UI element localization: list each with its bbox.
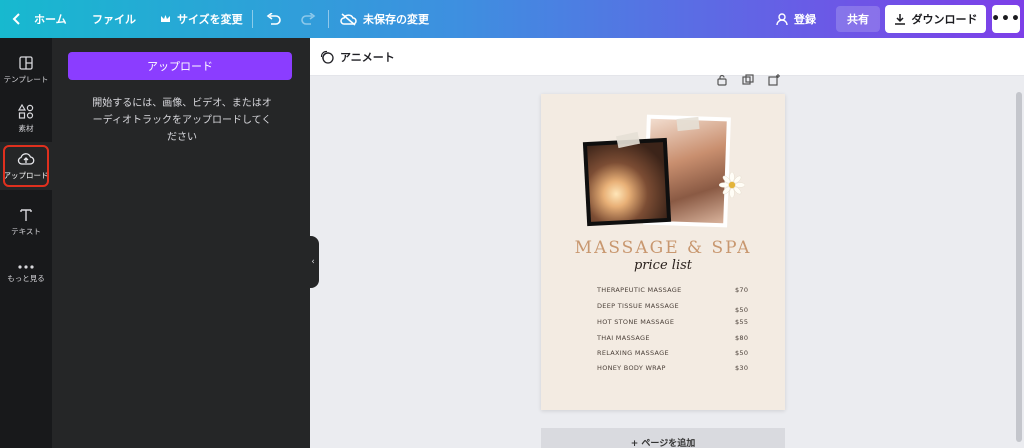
save-status-label: 未保存の変更 [363, 13, 429, 26]
more-options-button[interactable]: ••• [991, 5, 1021, 33]
page-tools [716, 74, 780, 86]
animate-label: アニメート [340, 51, 395, 64]
upload-panel: アップロード 開始するには、画像、ビデオ、またはオーディオトラックをアップロード… [52, 38, 310, 448]
service-price: $50 [735, 306, 749, 314]
download-icon [894, 14, 905, 25]
resize-label: サイズを変更 [177, 13, 243, 26]
template-icon [19, 55, 33, 70]
divider [252, 10, 253, 28]
login-button[interactable]: 登録 [776, 0, 816, 38]
divider [328, 10, 329, 28]
upload-button[interactable]: アップロード [68, 52, 292, 80]
share-button[interactable]: 共有 [836, 6, 880, 32]
redo-icon [301, 13, 316, 25]
candles-photo[interactable] [582, 137, 672, 227]
service-name: THERAPEUTIC MASSAGE [597, 286, 682, 294]
duplicate-icon[interactable] [742, 74, 754, 86]
animate-icon [320, 50, 334, 64]
rail-item-upload[interactable]: アップロード [0, 142, 52, 190]
lock-icon[interactable] [716, 74, 728, 86]
file-menu[interactable]: ファイル [92, 0, 136, 38]
home-label: ホーム [34, 13, 67, 26]
service-name: HOT STONE MASSAGE [597, 318, 675, 326]
undo-button[interactable] [266, 0, 282, 38]
service-name: HONEY BODY WRAP [597, 364, 666, 372]
user-icon [776, 12, 788, 25]
rail-item-more[interactable]: もっと見る [0, 250, 52, 298]
service-price: $30 [735, 364, 749, 372]
service-price: $50 [735, 349, 749, 357]
service-price: $80 [735, 334, 749, 342]
rail-label: もっと見る [7, 273, 45, 283]
add-page-icon[interactable] [768, 74, 780, 86]
rail-label: テキスト [11, 226, 41, 236]
chevron-left-icon [12, 13, 20, 25]
rail-label: 素材 [18, 124, 34, 133]
upload-button-label: アップロード [147, 60, 213, 73]
save-status[interactable]: 未保存の変更 [340, 0, 429, 38]
collapse-panel-button[interactable]: ‹ [307, 236, 319, 288]
rail-label: テンプレート [3, 74, 49, 84]
service-price: $55 [735, 318, 749, 326]
rail-item-elements[interactable]: 素材 [0, 95, 52, 143]
redo-button[interactable] [300, 0, 316, 38]
design-subtitle[interactable]: price list [541, 258, 785, 273]
more-dots-icon [18, 264, 34, 269]
add-page-label: + ページを追加 [630, 439, 696, 448]
price-row[interactable]: DEEP TISSUE MASSAGE $50 [597, 302, 757, 314]
price-row[interactable]: HOT STONE MASSAGE $55 [597, 318, 757, 326]
tape-decoration [676, 116, 700, 132]
elements-icon [18, 104, 34, 119]
design-title[interactable]: MASSAGE & SPA [541, 238, 785, 258]
price-row[interactable]: HONEY BODY WRAP $30 [597, 364, 757, 372]
service-name: RELAXING MASSAGE [597, 349, 669, 357]
download-label: ダウンロード [911, 13, 978, 26]
animate-button[interactable]: アニメート [320, 38, 395, 76]
file-label: ファイル [92, 13, 136, 26]
undo-icon [266, 13, 281, 25]
top-bar: ホーム ファイル サイズを変更 未保存の変更 登録 共有 ダウンロード ••• [0, 0, 1024, 38]
add-page-button[interactable]: + ページを追加 [541, 428, 785, 448]
chevron-left-icon: ‹ [311, 257, 315, 267]
canvas-scrollbar[interactable] [1016, 92, 1022, 442]
rail-item-text[interactable]: テキスト [0, 198, 52, 246]
service-price: $70 [735, 286, 749, 294]
selection-highlight [3, 145, 49, 187]
more-dots-icon: ••• [991, 11, 1021, 27]
price-row[interactable]: RELAXING MASSAGE $50 [597, 349, 757, 357]
service-name: DEEP TISSUE MASSAGE [597, 302, 679, 310]
rail-item-template[interactable]: テンプレート [0, 46, 52, 94]
service-name: THAI MASSAGE [597, 334, 650, 342]
resize-button[interactable]: サイズを変更 [160, 0, 243, 38]
crown-icon [161, 15, 170, 22]
download-button[interactable]: ダウンロード [885, 5, 986, 33]
price-row[interactable]: THERAPEUTIC MASSAGE $70 [597, 286, 757, 294]
text-icon [20, 208, 32, 221]
side-rail: テンプレート 素材 アップロード テキスト もっと見る [0, 38, 52, 448]
cloud-off-icon [340, 12, 357, 26]
login-label: 登録 [794, 13, 816, 26]
share-label: 共有 [847, 13, 869, 26]
price-row[interactable]: THAI MASSAGE $80 [597, 334, 757, 342]
design-page[interactable]: MASSAGE & SPA price list THERAPEUTIC MAS… [541, 94, 785, 410]
home-button[interactable]: ホーム [12, 0, 67, 38]
editor-toolbar: アニメート [310, 38, 1024, 76]
daisy-icon[interactable] [719, 172, 745, 198]
upload-help-text: 開始するには、画像、ビデオ、またはオーディオトラックをアップロードしてください [92, 98, 272, 143]
